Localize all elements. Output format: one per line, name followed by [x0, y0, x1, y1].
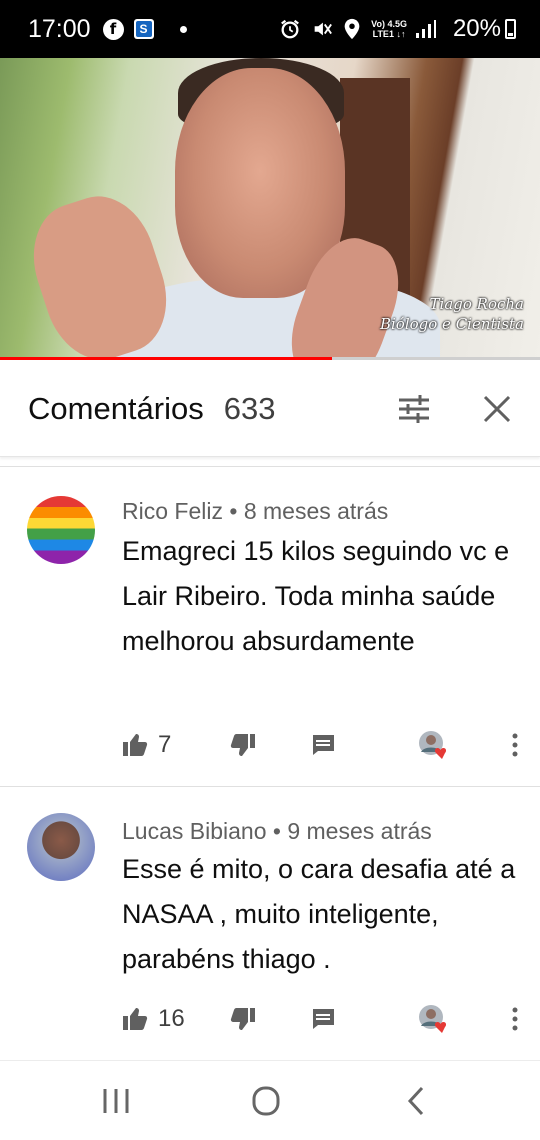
status-time: 17:00 [28, 14, 91, 43]
creator-heart-icon [418, 1004, 452, 1034]
thumbs-down-icon[interactable] [230, 732, 256, 758]
sort-filter-icon[interactable] [396, 391, 432, 427]
comment-author[interactable]: Rico Feliz [122, 498, 223, 524]
comments-header: Comentários 633 [0, 362, 540, 457]
back-icon[interactable] [398, 1085, 438, 1117]
recent-apps-icon[interactable] [97, 1085, 137, 1117]
comment-actions: 16 [122, 1004, 522, 1034]
thumbs-up-icon [123, 1008, 148, 1030]
reply-icon[interactable] [310, 732, 336, 758]
close-icon[interactable] [482, 394, 512, 424]
reply-icon[interactable] [310, 1006, 336, 1032]
more-options-icon[interactable] [502, 732, 528, 758]
comment-text: Emagreci 15 kilos seguindo vc e Lair Rib… [122, 536, 510, 656]
facebook-icon: f [102, 18, 124, 40]
comment-item: Lucas Bibiano • 9 meses atrás Esse é mit… [0, 786, 540, 1058]
video-progress-bar[interactable] [0, 357, 540, 360]
notification-dot [179, 25, 187, 33]
comment-time: 8 meses atrás [243, 498, 389, 524]
video-person-left-hand [18, 183, 182, 360]
home-icon[interactable] [246, 1085, 286, 1117]
battery-percent: 20% [452, 15, 501, 42]
comment-item: Rico Feliz • 8 meses atrás Emagreci 15 k… [0, 466, 540, 786]
alarm-icon [281, 19, 300, 39]
like-button[interactable]: 16 [122, 1005, 185, 1033]
signal-icon [415, 20, 436, 38]
volte-icon: Vo) 4.5G LTE1 ↓↑ [371, 19, 407, 39]
system-nav-bar [0, 1060, 540, 1140]
video-progress-fill [0, 357, 333, 360]
comment-text: Esse é mito, o cara desafia até a NASAA … [122, 854, 516, 974]
comment-author-line: Lucas Bibiano • 9 meses atrás [122, 818, 432, 844]
battery-icon [505, 19, 516, 39]
creator-heart-icon [418, 730, 452, 760]
like-count: 7 [158, 731, 172, 758]
comment-author-line: Rico Feliz • 8 meses atrás [122, 498, 389, 524]
location-icon [344, 18, 360, 40]
thumbs-up-icon [123, 734, 148, 756]
mute-icon [314, 22, 333, 36]
comment-actions: 7 [122, 730, 522, 760]
s-app-icon: S [133, 19, 154, 39]
video-watermark: Tiago Rocha Biólogo e Cientista [380, 294, 524, 334]
comment-author[interactable]: Lucas Bibiano [122, 818, 267, 844]
more-options-icon[interactable] [502, 1006, 528, 1032]
comments-count: 633 [223, 391, 276, 426]
like-count: 16 [158, 1005, 185, 1032]
comment-time: 9 meses atrás [287, 818, 432, 844]
thumbs-down-icon[interactable] [230, 1006, 256, 1032]
comments-title: Comentários [28, 391, 204, 426]
watermark-title: Biólogo e Cientista [379, 315, 524, 333]
video-player[interactable]: Tiago Rocha Biólogo e Cientista [0, 58, 540, 360]
status-bar: 17:00 f S Vo) 4.5G LTE1 ↓↑ 20% [0, 0, 540, 58]
watermark-name: Tiago Rocha [429, 295, 524, 313]
avatar[interactable] [27, 496, 95, 564]
avatar[interactable] [27, 813, 95, 881]
like-button[interactable]: 7 [122, 731, 171, 759]
